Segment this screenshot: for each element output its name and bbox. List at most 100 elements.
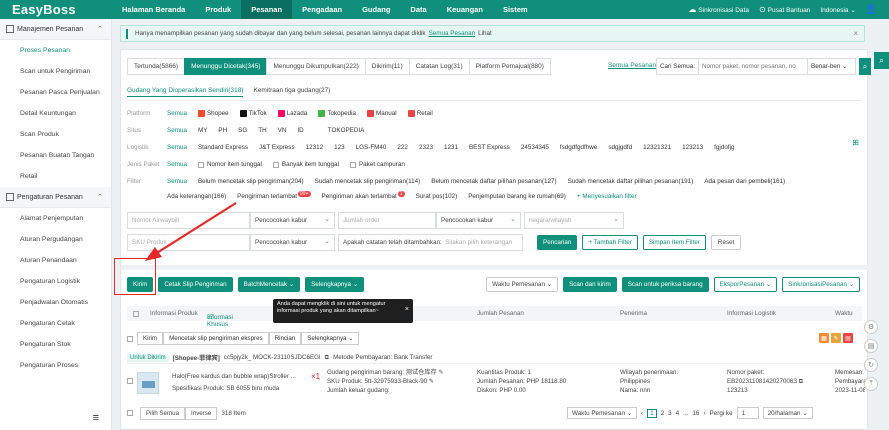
edit-icon[interactable]: ✎ [438, 369, 443, 376]
filter-logistics-option[interactable]: J&T Express [259, 144, 295, 151]
refresh-icon[interactable]: ↻ [864, 358, 878, 372]
filter-logistics-option[interactable]: 2323 [419, 144, 433, 151]
sidebar-item-pickup-address[interactable]: Alamat Penjemputan [0, 208, 111, 229]
message-icon[interactable]: ▤ [843, 333, 853, 343]
language-select[interactable]: Indonesia ⌄ [820, 6, 855, 14]
batch-print-dropdown[interactable]: BatchMencetak ⌄ [237, 277, 301, 292]
filter-status-option[interactable]: Ada keterangan(166) [167, 193, 226, 200]
all-orders-link[interactable]: Semua Pesanan [608, 62, 656, 69]
search-icon[interactable]: ⌕ [859, 58, 871, 75]
page-size-select[interactable]: 20/halaman ⌄ [762, 407, 813, 419]
row-ship-button[interactable]: Kirim [137, 332, 164, 345]
nav-procurement[interactable]: Pengadaan [292, 0, 352, 19]
tab-pending[interactable]: Tertunda(5866) [127, 58, 185, 75]
sidebar-group-order-settings[interactable]: Pengaturan Pesanan ⌃ [0, 187, 111, 208]
product-thumbnail[interactable] [137, 372, 159, 394]
save-filter-button[interactable]: Simpan Item Filter [642, 235, 706, 250]
add-filter-button[interactable]: + Tambah Filter [582, 235, 638, 250]
sync-data-link[interactable]: ☁ Sinkronisasi Data [688, 5, 749, 14]
row-checkbox[interactable] [127, 335, 133, 342]
sidebar-item-warehouse-rules[interactable]: Aturan Pergudangan [0, 229, 111, 250]
scan-check-button[interactable]: Scan untuk periksa barang [621, 277, 709, 292]
sidebar-group-order-management[interactable]: Manajemen Pesanan ⌃ [0, 19, 111, 40]
settings-icon[interactable]: ⚙ [864, 320, 878, 334]
tab-shipped[interactable]: Dikirim(11) [364, 58, 409, 75]
filter-platform-tokopedia[interactable]: Tokopedia [318, 110, 356, 117]
filter-logistics-option[interactable]: LGS-FM40 [356, 144, 387, 151]
filter-logistics-option[interactable]: fgjdofjg [714, 144, 734, 151]
filter-status-option[interactable]: Belum mencetak daftar pilihan pesanan(12… [431, 178, 556, 185]
filter-site-all[interactable]: Semua [167, 127, 187, 134]
row-checkbox[interactable] [127, 378, 133, 384]
filter-logistics-option[interactable]: Standard Express [198, 144, 248, 151]
filter-status-late[interactable]: Pengiriman terlambat 99+ [237, 190, 311, 200]
filter-package-all[interactable]: Semua [167, 161, 187, 168]
search-button[interactable]: Pencarian [537, 235, 578, 250]
sidebar-item-after-sales[interactable]: Pesanan Pasca Penjualan [0, 82, 111, 103]
page-1[interactable]: 1 [647, 408, 657, 418]
subtab-third-party[interactable]: Kemitraan tiga gudang(27) [253, 87, 330, 97]
all-orders-banner-link[interactable]: Semua Pesanan [429, 30, 476, 37]
sku-match-select[interactable]: Pencocokan kabur [250, 234, 335, 251]
close-icon[interactable]: × [405, 306, 409, 313]
tab-awaiting-print[interactable]: Menunggu Dicetak(345) [184, 58, 267, 75]
filter-logistics-option[interactable]: 222 [397, 144, 408, 151]
note-icon[interactable]: ✎ [831, 333, 841, 343]
filter-platform-shopee[interactable]: Shopee [197, 110, 229, 117]
sidebar-item-manual-orders[interactable]: Pesanan Buatan Tangan [0, 145, 111, 166]
filter-logistics-option[interactable]: 24534345 [521, 144, 549, 151]
filter-logistics-all[interactable]: Semua [167, 144, 187, 151]
filter-logistics-option[interactable]: BEST Express [469, 144, 510, 151]
filter-status-option[interactable]: Ada pesan dari pembeli(161) [704, 178, 785, 185]
close-icon[interactable]: × [853, 29, 858, 38]
search-input[interactable] [699, 59, 807, 74]
sidebar-item-scan-shipping[interactable]: Scan untuk Pengiriman [0, 61, 111, 82]
edit-icon[interactable]: ✎ [429, 378, 434, 385]
nav-orders[interactable]: Pesanan [241, 0, 293, 19]
filter-logistics-option[interactable]: 1231 [444, 144, 458, 151]
nav-products[interactable]: Produk [195, 0, 241, 19]
filter-status-option[interactable]: Sudah mencetak daftar pilihan pesanan(19… [568, 178, 694, 185]
reset-button[interactable]: Reset [710, 235, 742, 250]
select-all-checkbox[interactable] [133, 310, 139, 317]
filter-site-my[interactable]: MY [198, 127, 207, 134]
print-shipping-label-button[interactable]: Cetak Slip Pengiriman [158, 277, 233, 292]
back-to-top-icon[interactable]: ⤒ [864, 377, 878, 391]
sidebar-item-process-orders[interactable]: Proses Pesanan [0, 40, 111, 61]
checkbox[interactable] [272, 161, 279, 168]
copy-icon[interactable]: ⧉ [799, 378, 803, 385]
row-more-dropdown[interactable]: Selengkapnya ⌄ [301, 332, 360, 345]
sort-order-time-select[interactable]: Waktu Pemesanan ⌄ [486, 277, 559, 292]
filter-site-tokopedia[interactable]: TOKOPEDIA [328, 127, 365, 134]
sidebar-item-process-settings[interactable]: Pengaturan Proses [0, 355, 111, 376]
region-select[interactable]: negara/wilayah [524, 212, 624, 229]
note-filter[interactable]: Apakah catatan telah ditambahkan: Silaka… [338, 234, 523, 251]
row-detail-button[interactable]: Rincian [268, 332, 302, 345]
customize-filter-link[interactable]: + Menyesuaikan filter [577, 193, 637, 200]
scan-and-ship-button[interactable]: Scan dan kirim [563, 277, 617, 292]
filter-platform-lazada[interactable]: Lazada [277, 110, 307, 117]
tab-log[interactable]: Catatan Log(31) [408, 58, 469, 75]
sort-select[interactable]: Waktu Pemesanan ⌄ [567, 407, 637, 419]
sidebar-item-retail[interactable]: Retail [0, 166, 111, 187]
more-actions-dropdown[interactable]: Selengkapnya ⌄ [305, 277, 365, 292]
filter-logistics-option[interactable]: sdgjgdfd [608, 144, 632, 151]
sync-orders-dropdown[interactable]: SinkronisasiPesanan ⌄ [782, 277, 860, 292]
search-icon[interactable]: ⌕ [874, 52, 889, 69]
filter-logistics-option[interactable]: 123 [334, 144, 345, 151]
filter-logistics-option[interactable]: 12312 [306, 144, 324, 151]
product-name-link[interactable]: Halo(Free kardus dan bubble wrap)Strolle… [172, 372, 302, 381]
filter-package-single-item[interactable]: Nomor item tunggal [197, 161, 262, 168]
filter-platform-manual[interactable]: Manual [367, 110, 397, 117]
filter-package-mixed[interactable]: Paket campuran [349, 161, 405, 168]
prev-page-icon[interactable]: ‹ [641, 410, 643, 417]
filter-logistics-option[interactable]: fsdgdfgdfhwe [560, 144, 597, 151]
sidebar-item-logistics-settings[interactable]: Pengaturan Logistik [0, 271, 111, 292]
checkbox[interactable] [197, 161, 204, 168]
nav-finance[interactable]: Keuangan [437, 0, 493, 19]
filter-status-almost-late[interactable]: Pengiriman akan terlambat 1 [322, 190, 405, 200]
nav-data[interactable]: Data [400, 0, 436, 19]
select-all-button[interactable]: Pilih Semua [140, 406, 186, 420]
nav-system[interactable]: Sistem [493, 0, 538, 19]
filter-platform-all[interactable]: Semua [167, 110, 187, 117]
